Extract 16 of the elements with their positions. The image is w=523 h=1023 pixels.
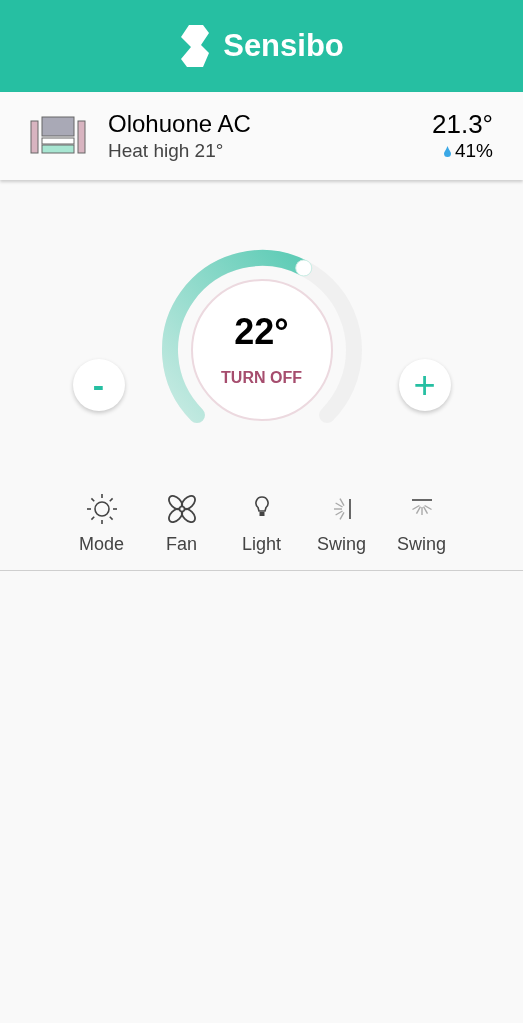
device-name: Olohuone AC (108, 109, 252, 139)
logo-icon (179, 23, 212, 69)
control-button[interactable]: Mode (68, 491, 135, 558)
humidity: 41% (454, 139, 493, 163)
droplet-icon (443, 145, 451, 157)
turn-off-button[interactable]: TURN OFF (221, 366, 302, 390)
room-temperature: 21.3° (432, 109, 493, 139)
control-button[interactable]: Swing (308, 491, 375, 558)
control-button[interactable]: Fan (148, 491, 215, 558)
home-theater-icon (30, 116, 86, 156)
device-card[interactable]: Olohuone AC Heat high 21° 21.3° 41% (0, 92, 523, 180)
target-temperature: 22° (234, 310, 289, 354)
device-status: Heat high 21° (108, 139, 225, 163)
brand-name: Sensibo (223, 26, 344, 65)
control-button[interactable]: Light (228, 491, 295, 558)
control-button[interactable]: Swing (388, 491, 455, 558)
